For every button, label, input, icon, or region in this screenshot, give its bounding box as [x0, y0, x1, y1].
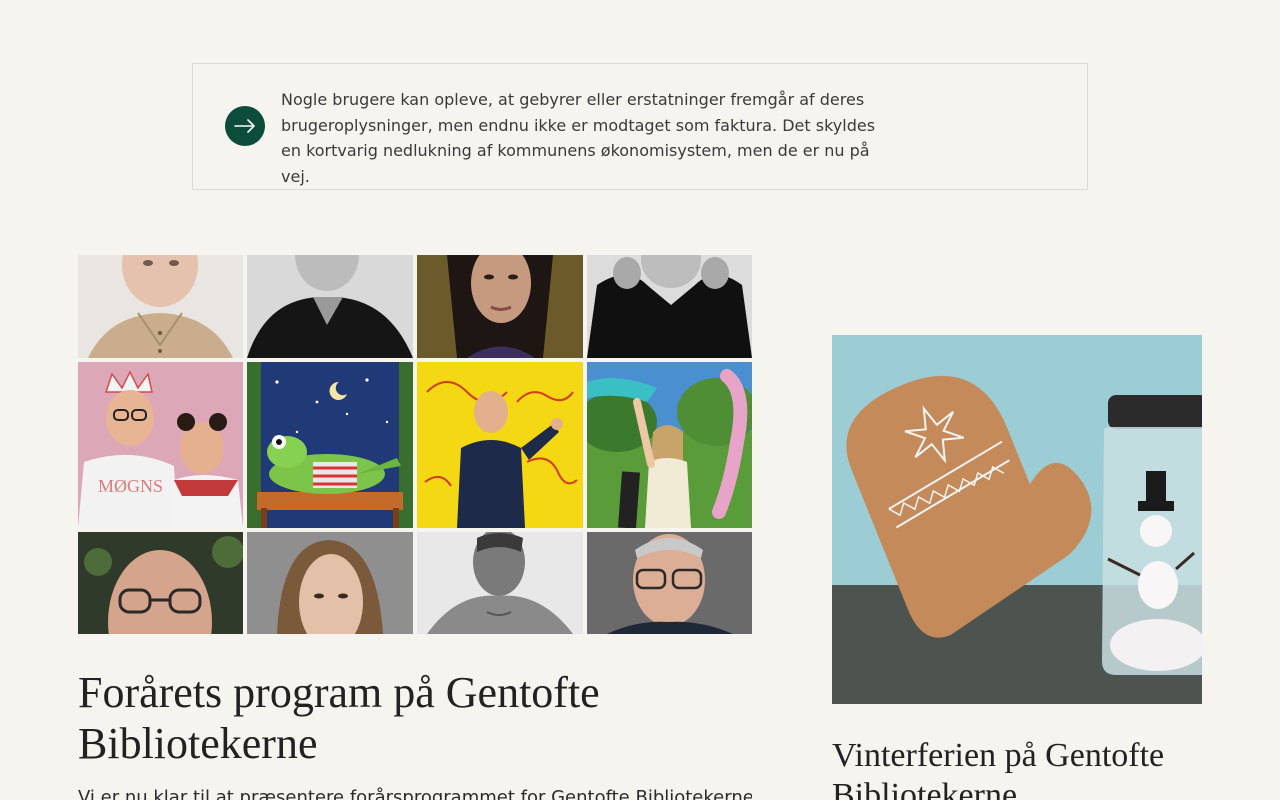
arrow-right-icon: [234, 119, 255, 133]
article-image-collage[interactable]: MØGNS: [78, 255, 752, 634]
collage-portrait-man-shirtless: [417, 532, 583, 634]
article-image-mitten-snowglobe[interactable]: [832, 335, 1202, 704]
article-title[interactable]: Forårets program på Gentofte Biblioteker…: [78, 667, 752, 769]
page: Nogle brugere kan opleve, at gebyrer ell…: [0, 0, 1280, 800]
collage-portrait-man-suit: [587, 532, 752, 634]
collage-photo-frog-puppet: [247, 362, 413, 528]
article-title[interactable]: Vinterferien på Gentofte Bibliotekerne: [832, 736, 1232, 800]
collage-photo-illustrator: [417, 362, 583, 528]
article-card-spring-program[interactable]: MØGNS Forårets program på Gentofte Bibli…: [78, 255, 752, 800]
collage-portrait-bald-man-glasses: [78, 532, 243, 634]
collage-portrait-man-black: [247, 255, 413, 358]
svg-text:MØGNS: MØGNS: [98, 476, 163, 496]
collage-portrait-woman-dark: [417, 255, 583, 358]
article-excerpt: Vi er nu klar til at præsentere forårspr…: [78, 787, 752, 800]
notice-text: Nogle brugere kan opleve, at gebyrer ell…: [281, 90, 876, 186]
collage-photo-child-park: [587, 362, 752, 528]
article-card-winter-holiday[interactable]: Vinterferien på Gentofte Bibliotekerne: [832, 335, 1202, 800]
collage-portrait-woman-blonde: [247, 532, 413, 634]
collage-portrait-woman-beige: [78, 255, 243, 358]
collage-photo-duo-crowns: MØGNS: [78, 362, 243, 528]
notice-link-button[interactable]: [225, 106, 265, 146]
notice-box: Nogle brugere kan opleve, at gebyrer ell…: [192, 63, 1088, 190]
collage-portrait-man-hands: [587, 255, 752, 358]
